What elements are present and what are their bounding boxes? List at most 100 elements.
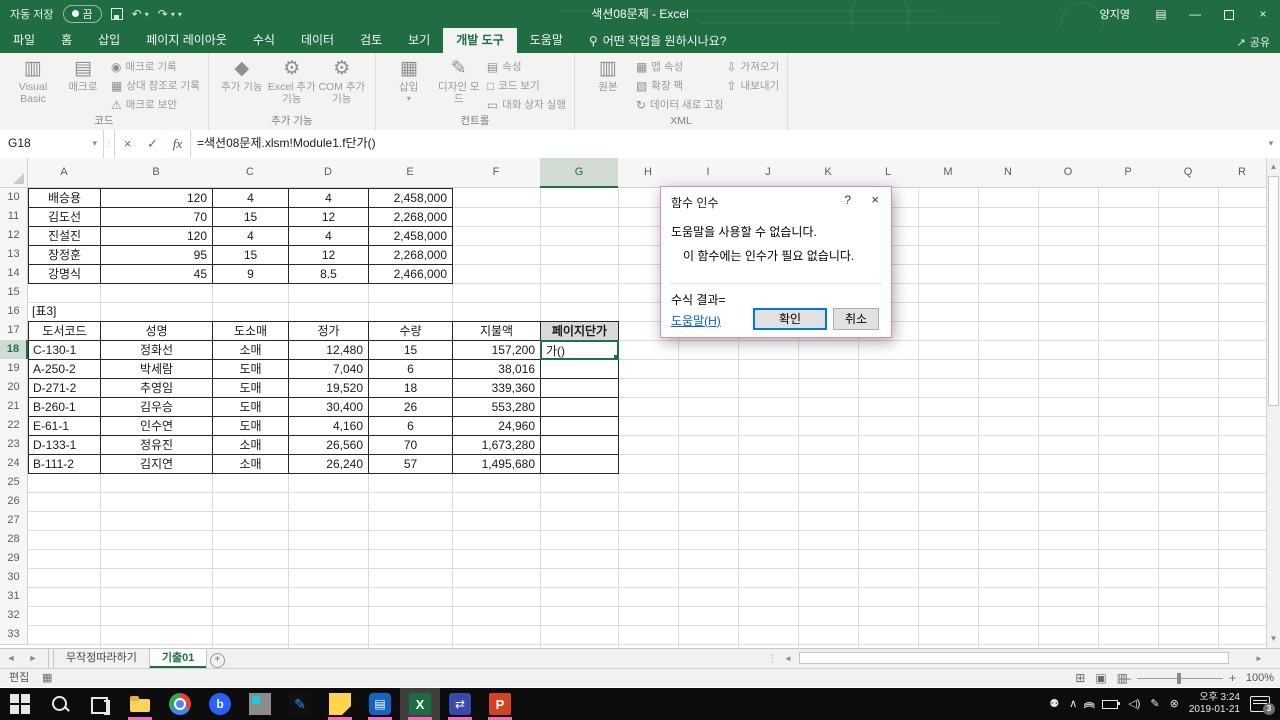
cell-C11[interactable]: 15: [212, 207, 289, 227]
cell-A10[interactable]: 배승용: [28, 188, 101, 208]
taskbar-search-icon[interactable]: [40, 688, 80, 720]
cell-B10[interactable]: 120: [100, 188, 213, 208]
tell-me-search[interactable]: ⚲ 어떤 작업을 원하시나요?: [576, 28, 740, 53]
cell-F23[interactable]: 1,673,280: [452, 435, 541, 455]
cell-A21[interactable]: B-260-1: [28, 397, 101, 417]
cell-E11[interactable]: 2,268,000: [368, 207, 453, 227]
taskbar-start-icon[interactable]: [0, 688, 40, 720]
people-icon[interactable]: ⚉: [1049, 688, 1059, 720]
cell-B13[interactable]: 95: [100, 245, 213, 265]
cell-B20[interactable]: 추영임: [100, 378, 213, 398]
scroll-left-icon[interactable]: ◄: [781, 654, 795, 663]
taskbar-task-view-icon[interactable]: [80, 688, 120, 720]
cell-D22[interactable]: 4,160: [288, 416, 369, 436]
cell-E18[interactable]: 15: [368, 340, 453, 360]
cell-G22[interactable]: [540, 416, 619, 436]
sheet-prev-icon[interactable]: ◄: [0, 649, 22, 668]
column-header-O[interactable]: O: [1038, 158, 1099, 188]
add-ins-button[interactable]: ◆추가 기능: [217, 55, 267, 93]
column-header-L[interactable]: L: [858, 158, 919, 188]
column-header-D[interactable]: D: [288, 158, 369, 188]
insert-function-icon[interactable]: fx: [165, 130, 191, 158]
dialog-close-icon[interactable]: ×: [871, 192, 879, 207]
cell-A11[interactable]: 김도선: [28, 207, 101, 227]
row-header-31[interactable]: 31: [0, 587, 28, 607]
cell-C10[interactable]: 4: [212, 188, 289, 208]
map-properties-button[interactable]: ▦맵 속성: [636, 57, 724, 76]
cell-E24[interactable]: 57: [368, 454, 453, 474]
column-header-G[interactable]: G: [540, 158, 619, 188]
cell-E19[interactable]: 6: [368, 359, 453, 379]
cell-C18[interactable]: 소매: [212, 340, 289, 360]
vertical-scroll-thumb[interactable]: [1268, 176, 1279, 406]
row-header-30[interactable]: 30: [0, 568, 28, 588]
row-header-32[interactable]: 32: [0, 606, 28, 626]
cell-G21[interactable]: [540, 397, 619, 417]
cell-E10[interactable]: 2,458,000: [368, 188, 453, 208]
run-dialog-button[interactable]: ▭대화 상자 실행: [487, 95, 566, 114]
zoom-level[interactable]: 100%: [1242, 672, 1274, 684]
cell-A22[interactable]: E-61-1: [28, 416, 101, 436]
antivirus-icon[interactable]: ⊗: [1170, 688, 1179, 720]
zoom-out-button[interactable]: —: [1119, 671, 1131, 685]
column-header-H[interactable]: H: [618, 158, 679, 188]
cell-E21[interactable]: 26: [368, 397, 453, 417]
tab-삽입[interactable]: 삽입: [85, 28, 133, 53]
cell-B23[interactable]: 정유진: [100, 435, 213, 455]
cell-E23[interactable]: 70: [368, 435, 453, 455]
formula-input[interactable]: =색션08문제.xlsm!Module1.f단가(): [191, 130, 1262, 158]
cell-D21[interactable]: 30,400: [288, 397, 369, 417]
cell-E14[interactable]: 2,466,000: [368, 264, 453, 284]
cell-A13[interactable]: 장정훈: [28, 245, 101, 265]
taskbar-capture-icon[interactable]: [240, 688, 280, 720]
macros-button[interactable]: ▤매크로: [58, 55, 108, 93]
excel-add-ins-button[interactable]: ⚙Excel 추가 기능: [267, 55, 317, 105]
record-macro-button[interactable]: ◉매크로 기록: [111, 57, 200, 76]
restore-button[interactable]: [1212, 0, 1246, 28]
cell-C23[interactable]: 소매: [212, 435, 289, 455]
cell-A20[interactable]: D-271-2: [28, 378, 101, 398]
scroll-down-icon[interactable]: ▼: [1267, 632, 1280, 646]
taskbar-chrome-icon[interactable]: [160, 688, 200, 720]
row-header-33[interactable]: 33: [0, 625, 28, 645]
cell-D12[interactable]: 4: [288, 226, 369, 246]
row-header-17[interactable]: 17: [0, 321, 28, 341]
taskbar-viewer-icon[interactable]: ▤: [360, 688, 400, 720]
properties-button[interactable]: ▤속성: [487, 57, 566, 76]
scroll-up-icon[interactable]: ▲: [1267, 160, 1280, 174]
taskbar-powerpoint-icon[interactable]: P: [480, 688, 520, 720]
column-header-J[interactable]: J: [738, 158, 799, 188]
column-header-E[interactable]: E: [368, 158, 453, 188]
sheet-next-icon[interactable]: ►: [22, 649, 44, 668]
column-header-F[interactable]: F: [452, 158, 541, 188]
share-button[interactable]: ↗ 공유: [1237, 34, 1270, 50]
cell-F17[interactable]: 지불액: [452, 321, 541, 341]
horizontal-scrollbar[interactable]: ⋮ ◄ ►: [768, 649, 1266, 667]
normal-view-icon[interactable]: ⊞: [1075, 669, 1085, 687]
row-header-18[interactable]: 18: [0, 340, 28, 360]
row-header-11[interactable]: 11: [0, 207, 28, 227]
vertical-scrollbar[interactable]: ▲ ▼: [1266, 158, 1280, 648]
insert-control-button[interactable]: ▦삽입▾: [384, 55, 434, 105]
cell-B24[interactable]: 김지연: [100, 454, 213, 474]
cell-D11[interactable]: 12: [288, 207, 369, 227]
taskbar-file-explorer-icon[interactable]: [120, 688, 160, 720]
cell-D23[interactable]: 26,560: [288, 435, 369, 455]
sheet-tab-기출01[interactable]: 기출01: [150, 649, 207, 668]
refresh-data-button[interactable]: ↻데이터 새로 고침: [636, 95, 724, 114]
view-code-button[interactable]: □코드 보기: [487, 76, 566, 95]
user-name[interactable]: 양지영: [1100, 6, 1130, 22]
row-header-14[interactable]: 14: [0, 264, 28, 284]
import-button[interactable]: ⇩가져오기: [726, 57, 779, 76]
row-header-13[interactable]: 13: [0, 245, 28, 265]
name-box[interactable]: G18▾: [0, 130, 104, 158]
row-header-24[interactable]: 24: [0, 454, 28, 474]
tab-홈[interactable]: 홈: [48, 28, 85, 53]
taskbar-band-icon[interactable]: b: [200, 688, 240, 720]
cell-B14[interactable]: 45: [100, 264, 213, 284]
cell-C24[interactable]: 소매: [212, 454, 289, 474]
volume-icon[interactable]: ◁): [1128, 688, 1140, 720]
scroll-right-icon[interactable]: ►: [1252, 654, 1266, 663]
cell-D24[interactable]: 26,240: [288, 454, 369, 474]
select-all-corner[interactable]: [0, 158, 28, 188]
